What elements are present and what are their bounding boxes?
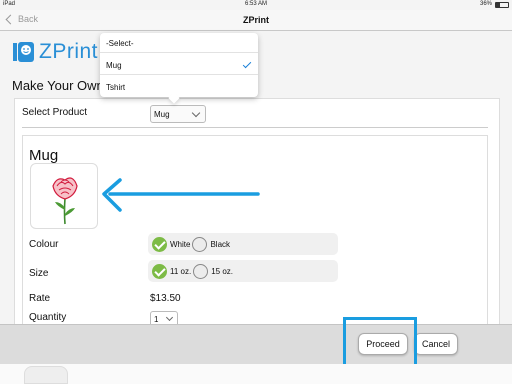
product-select[interactable]: Mug <box>150 105 206 123</box>
divider <box>22 127 488 128</box>
product-image[interactable] <box>30 163 98 229</box>
size-options: 11 oz. 15 oz. <box>148 260 338 282</box>
proceed-highlight-box <box>343 317 417 370</box>
page-heading: Make Your Own <box>12 78 104 93</box>
select-product-label: Select Product <box>22 107 88 118</box>
battery-percent: 36% <box>479 1 492 7</box>
quantity-value: 1 <box>154 315 159 324</box>
status-bar: iPad 6:53 AM 36% <box>0 0 512 10</box>
nav-title: ZPrint <box>243 15 269 25</box>
option-label: White <box>170 239 191 249</box>
content-below <box>0 364 512 384</box>
option-label: 15 oz. <box>211 266 233 276</box>
clock: 6:53 AM <box>244 1 267 7</box>
printer-face-icon <box>13 42 34 62</box>
cancel-button[interactable]: Cancel <box>414 333 458 355</box>
dropdown-option-mug[interactable]: Mug <box>100 55 258 75</box>
chevron-down-icon <box>165 313 174 322</box>
colour-option-white[interactable]: White <box>152 236 191 252</box>
product-select-value: Mug <box>154 110 170 119</box>
radio-empty-icon <box>192 236 208 252</box>
size-label: Size <box>29 268 49 279</box>
rate-label: Rate <box>29 293 51 304</box>
checkmark-icon <box>242 59 252 69</box>
mug-preview-image <box>24 366 68 384</box>
quantity-label: Quantity <box>29 312 67 323</box>
option-label: Black <box>210 239 231 249</box>
radio-checked-icon <box>152 236 167 252</box>
dropdown-option-tshirt[interactable]: Tshirt <box>100 77 258 97</box>
option-label: Tshirt <box>106 83 126 92</box>
navigation-bar: Back ZPrint <box>0 10 512 31</box>
option-label: 11 oz. <box>170 266 192 276</box>
logo-text: ZPrint <box>39 40 99 63</box>
product-dropdown-popover: -Select- Mug Tshirt <box>100 33 258 97</box>
rose-flower-image <box>52 177 78 225</box>
size-option-15oz[interactable]: 15 oz. <box>193 263 233 279</box>
colour-option-black[interactable]: Black <box>192 236 231 252</box>
product-title: Mug <box>29 147 59 164</box>
option-label: -Select- <box>106 39 134 48</box>
chevron-down-icon <box>191 108 201 118</box>
battery-icon <box>495 2 509 8</box>
size-option-11oz[interactable]: 11 oz. <box>152 263 192 279</box>
radio-checked-icon <box>152 263 167 279</box>
option-label: Mug <box>106 61 122 70</box>
app-logo: ZPrint <box>12 40 98 64</box>
rate-value: $13.50 <box>150 293 181 304</box>
colour-options: White Black <box>148 233 338 255</box>
radio-empty-icon <box>193 263 209 279</box>
colour-label: Colour <box>29 239 59 250</box>
dropdown-option-select[interactable]: -Select- <box>100 33 258 53</box>
